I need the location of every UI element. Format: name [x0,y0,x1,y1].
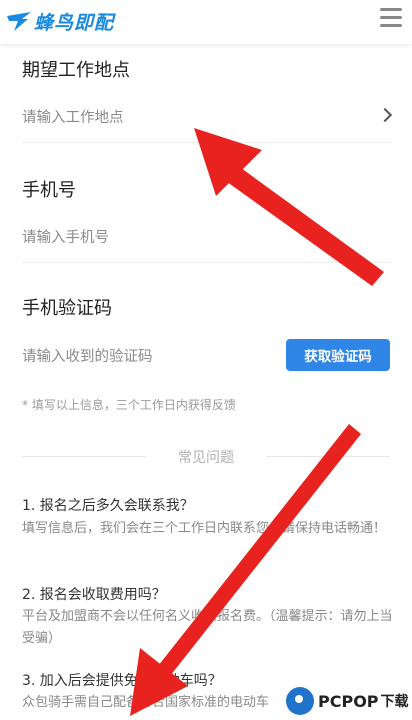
form-hint: * 填写以上信息，三个工作日内获得反馈 [22,398,236,412]
watermark-brand: PCPOP [318,691,379,711]
phone-input[interactable]: 请输入手机号 [22,226,109,247]
get-code-button[interactable]: 获取验证码 [286,339,390,371]
code-title: 手机验证码 [22,298,112,319]
faq-question: 2. 报名会收取费用吗？ [22,587,166,603]
location-input[interactable]: 请输入工作地点 [22,106,124,127]
faq-question: 1. 报名之后多久会联系我？ [22,498,194,514]
chevron-right-icon[interactable] [377,107,393,123]
divider [22,262,390,263]
app-header: 蜂鸟即配 [0,0,412,44]
divider [22,142,390,143]
phone-title: 手机号 [22,180,76,201]
watermark: PCPOP 下载 [286,684,409,718]
faq-heading: 常见问题 [178,450,234,466]
watermark-suffix: 下载 [380,694,409,710]
faq-heading-row: 常见问题 [22,446,390,466]
divider [266,456,390,457]
brand-name: 蜂鸟即配 [34,11,115,34]
pcpop-logo-icon [286,687,314,715]
verification-code-input[interactable]: 请输入收到的验证码 [22,345,153,366]
brand-logo[interactable]: 蜂鸟即配 [6,6,114,36]
faq-question: 3. 加入后会提供免费电动车吗？ [22,673,222,689]
faq-answer: 填写信息后，我们会在三个工作日内联系您，请保持电话畅通！ [22,521,387,536]
bird-logo-icon [7,12,31,31]
faq-answer: 平台及加盟商不会以任何名义收取报名费。（温馨提示：请勿上当受骗） [22,609,393,646]
hamburger-menu-icon[interactable] [380,8,402,28]
location-title: 期望工作地点 [22,60,130,81]
